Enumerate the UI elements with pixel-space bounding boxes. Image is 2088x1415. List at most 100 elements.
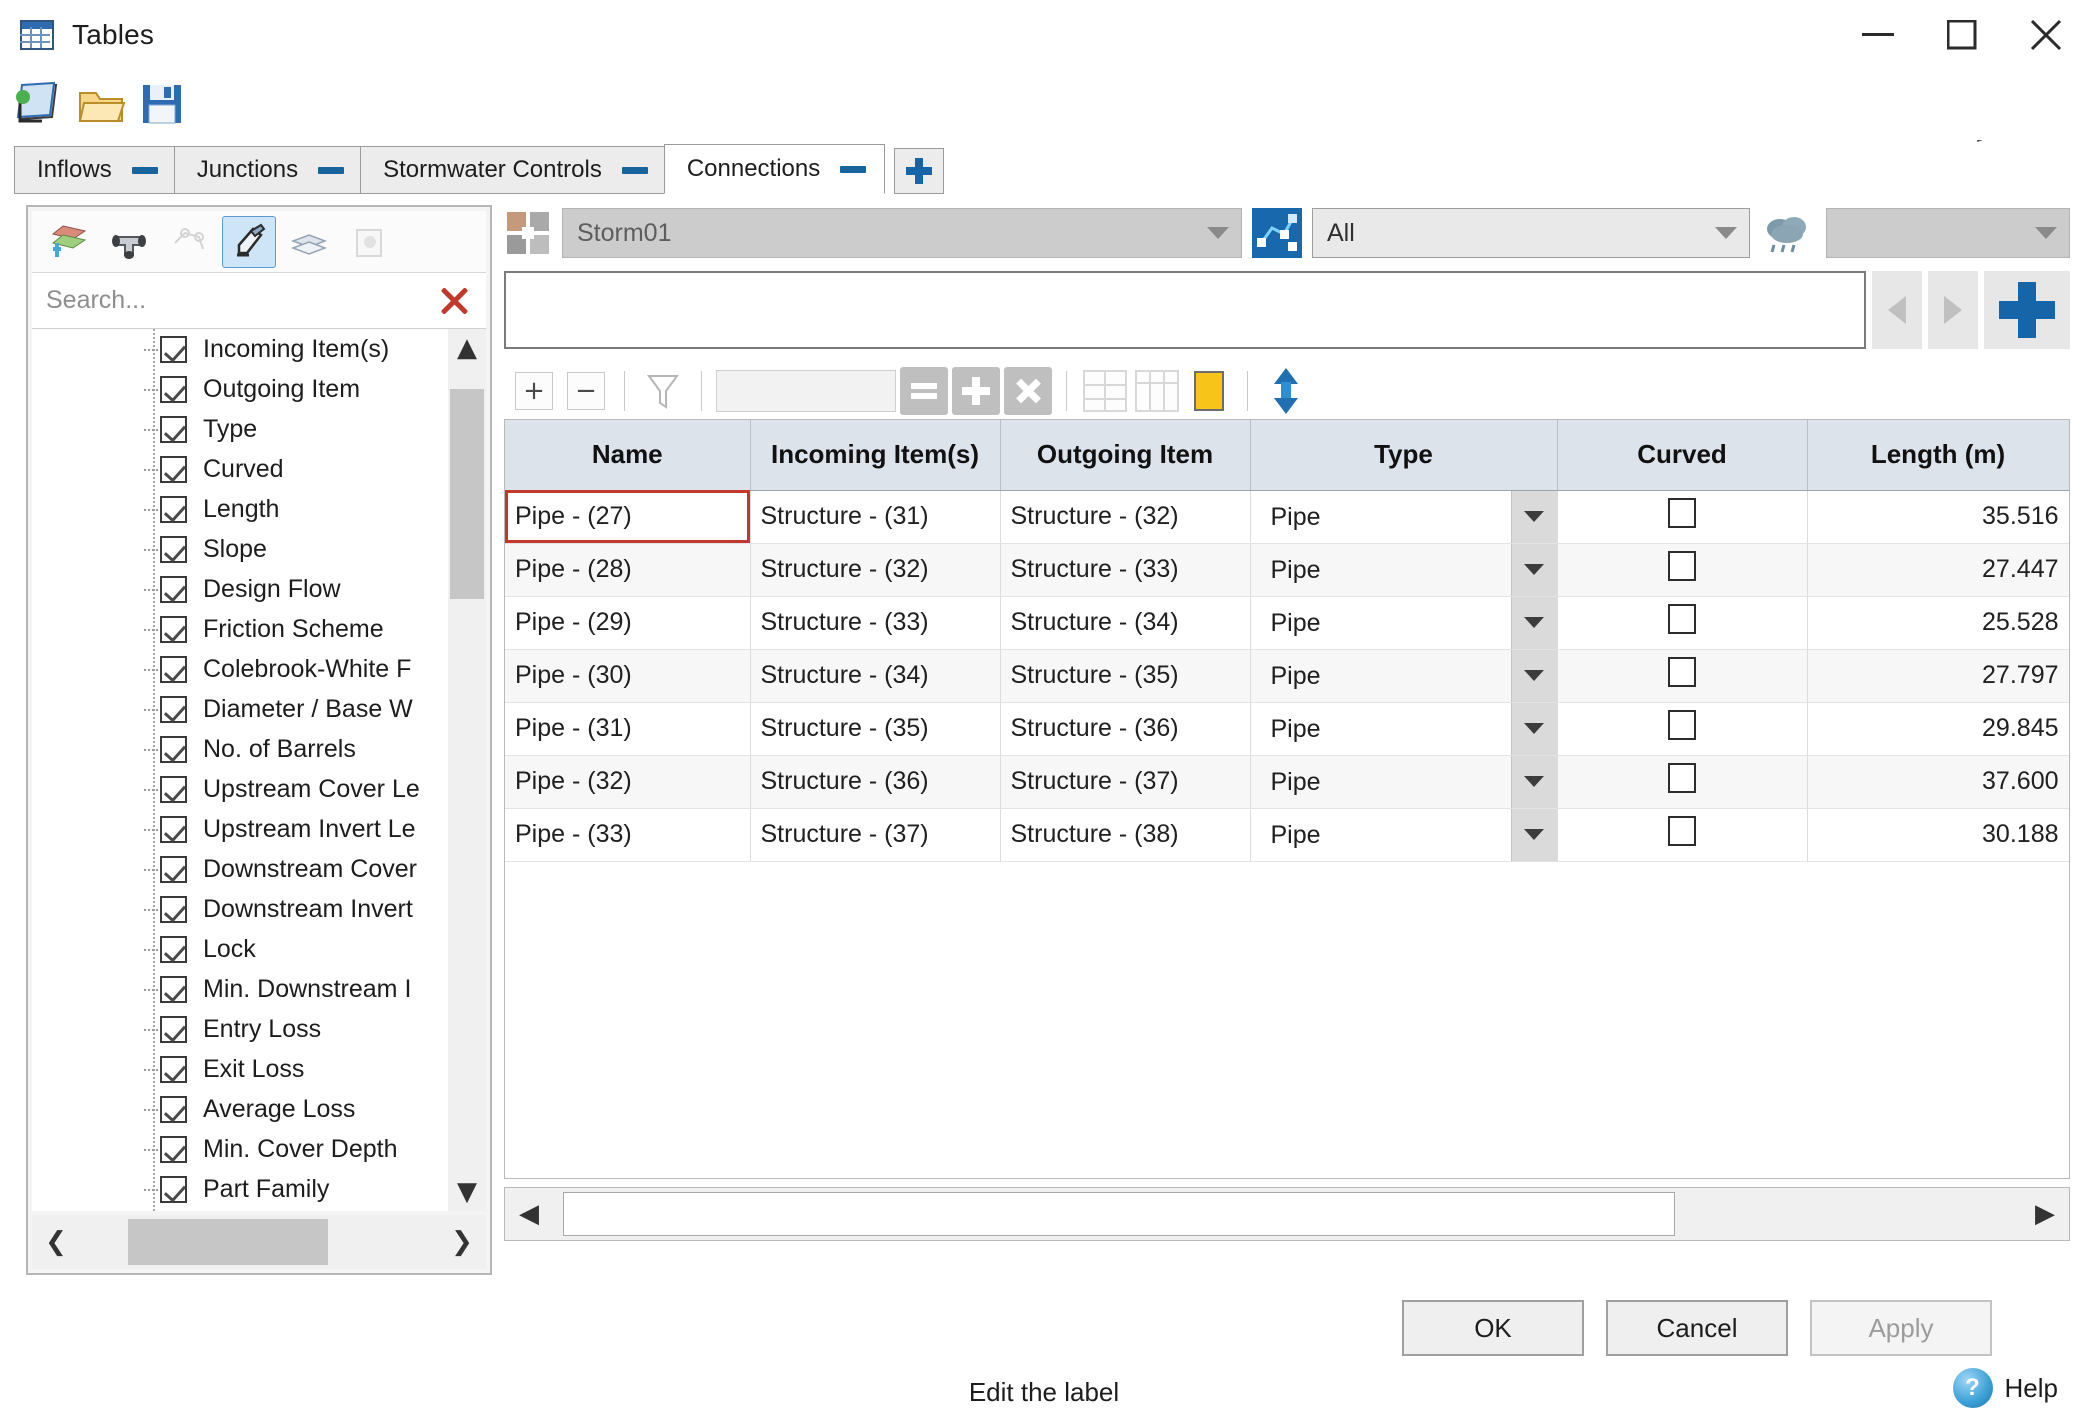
- cell-name[interactable]: Pipe - (28): [505, 543, 751, 597]
- grid-columns-button[interactable]: [1133, 367, 1181, 415]
- tree-item-checkbox[interactable]: [160, 895, 187, 923]
- cell-type[interactable]: Pipe: [1250, 596, 1558, 650]
- table-row[interactable]: Pipe - (33) Structure - (37) Structure - (…: [505, 808, 2069, 862]
- column-header-curved[interactable]: Curved: [1557, 420, 1808, 491]
- scrollbar-thumb[interactable]: [450, 389, 484, 599]
- table-row[interactable]: Pipe - (28) Structure - (32) Structure - (…: [505, 543, 2069, 597]
- cell-curved[interactable]: [1557, 808, 1808, 862]
- help-link[interactable]: ? Help: [1952, 1368, 2058, 1408]
- tree-item-checkbox[interactable]: [160, 775, 187, 803]
- cell-name[interactable]: Pipe - (30): [505, 649, 751, 703]
- curved-checkbox[interactable]: [1668, 604, 1696, 634]
- type-dropdown-button[interactable]: [1510, 596, 1557, 649]
- table-horizontal-scrollbar[interactable]: ◀ ▶: [504, 1187, 2070, 1241]
- tree-item[interactable]: Lock: [32, 929, 448, 969]
- scroll-down-button[interactable]: ▼: [448, 1173, 486, 1211]
- tab-stormwater-controls[interactable]: Stormwater Controls: [360, 146, 665, 194]
- minimize-button[interactable]: [1836, 0, 1920, 70]
- cell-type[interactable]: Pipe: [1250, 649, 1558, 703]
- tree-item-checkbox[interactable]: [160, 535, 187, 563]
- filter-combo[interactable]: All: [1312, 208, 1750, 258]
- cell-curved[interactable]: [1557, 649, 1808, 703]
- type-dropdown-button[interactable]: [1510, 543, 1557, 596]
- tree-horizontal-scrollbar[interactable]: ❮ ❯: [32, 1215, 486, 1269]
- tab-close-icon[interactable]: [840, 165, 867, 173]
- cell-type[interactable]: Pipe: [1250, 543, 1558, 597]
- cell-curved[interactable]: [1557, 490, 1808, 544]
- highlight-color-button[interactable]: [1185, 367, 1233, 415]
- column-header-type[interactable]: Type: [1250, 420, 1558, 491]
- maximize-button[interactable]: [1920, 0, 2004, 70]
- table-row[interactable]: Pipe - (30) Structure - (34) Structure - (…: [505, 649, 2069, 703]
- pipe-junction-icon[interactable]: [102, 216, 156, 268]
- cell-length[interactable]: 30.188: [1807, 808, 2069, 862]
- hscroll-thumb[interactable]: [128, 1219, 328, 1265]
- column-header-outgoing[interactable]: Outgoing Item: [1000, 420, 1251, 491]
- cell-name[interactable]: Pipe - (29): [505, 596, 751, 650]
- cell-outgoing[interactable]: Structure - (38): [1000, 808, 1251, 862]
- previous-record-button[interactable]: [1872, 271, 1922, 349]
- scroll-up-button[interactable]: ▲: [448, 329, 486, 367]
- rain-combo[interactable]: [1826, 208, 2070, 258]
- tree-item[interactable]: Part Family: [32, 1169, 448, 1209]
- table-scroll-right-button[interactable]: ▶: [2021, 1187, 2069, 1241]
- tree-item[interactable]: Design Flow: [32, 569, 448, 609]
- cell-incoming[interactable]: Structure - (37): [750, 808, 1001, 862]
- tree-item-checkbox[interactable]: [160, 1175, 187, 1203]
- network-graph-icon[interactable]: [1252, 208, 1302, 258]
- scroll-right-button[interactable]: ❯: [438, 1215, 486, 1269]
- cell-outgoing[interactable]: Structure - (35): [1000, 649, 1251, 703]
- tab-junctions[interactable]: Junctions: [173, 146, 362, 194]
- cell-length[interactable]: 27.797: [1807, 649, 2069, 703]
- preview-icon[interactable]: [342, 216, 396, 268]
- tree-item[interactable]: Min. Cover Depth: [32, 1129, 448, 1169]
- network-combo[interactable]: Storm01: [562, 208, 1242, 258]
- close-button[interactable]: [2004, 0, 2088, 70]
- cell-outgoing[interactable]: Structure - (34): [1000, 596, 1251, 650]
- tree-item-checkbox[interactable]: [160, 735, 187, 763]
- tree-item[interactable]: Downstream Cover: [32, 849, 448, 889]
- cell-outgoing[interactable]: Structure - (36): [1000, 702, 1251, 756]
- cell-length[interactable]: 37.600: [1807, 755, 2069, 809]
- cell-type[interactable]: Pipe: [1250, 490, 1558, 544]
- cell-type[interactable]: Pipe: [1250, 808, 1558, 862]
- hscroll-track[interactable]: [80, 1215, 438, 1269]
- tree-item[interactable]: Downstream Invert: [32, 889, 448, 929]
- cancel-button[interactable]: Cancel: [1606, 1300, 1788, 1356]
- tree-item[interactable]: Length: [32, 489, 448, 529]
- curved-checkbox[interactable]: [1668, 710, 1696, 740]
- cell-incoming[interactable]: Structure - (36): [750, 755, 1001, 809]
- type-dropdown-button[interactable]: [1510, 702, 1557, 755]
- tree-item-checkbox[interactable]: [160, 975, 187, 1003]
- next-record-button[interactable]: [1928, 271, 1978, 349]
- cell-curved[interactable]: [1557, 596, 1808, 650]
- highlight-pen-icon[interactable]: [222, 215, 276, 268]
- remove-row-button[interactable]: −: [562, 367, 610, 415]
- tree-item[interactable]: Diameter / Base W: [32, 689, 448, 729]
- cell-name[interactable]: Pipe - (33): [505, 808, 751, 862]
- sort-updown-button[interactable]: [1262, 367, 1310, 415]
- tree-item[interactable]: Curved: [32, 449, 448, 489]
- tree-item-checkbox[interactable]: [160, 1095, 187, 1123]
- clear-button[interactable]: [1004, 367, 1052, 415]
- cell-name[interactable]: Pipe - (32): [505, 755, 751, 809]
- add-record-button[interactable]: [1984, 271, 2070, 349]
- tree-item[interactable]: Incoming Item(s): [32, 329, 448, 369]
- grid-rows-button[interactable]: [1081, 367, 1129, 415]
- layers-add-icon[interactable]: [42, 216, 96, 268]
- rain-cloud-icon[interactable]: [1760, 209, 1816, 257]
- cell-type[interactable]: Pipe: [1250, 755, 1558, 809]
- curved-checkbox[interactable]: [1668, 763, 1696, 793]
- tab-inflows[interactable]: Inflows: [14, 146, 175, 194]
- column-header-name[interactable]: Name: [505, 420, 751, 491]
- tree-item-checkbox[interactable]: [160, 455, 187, 483]
- table-row[interactable]: Pipe - (29) Structure - (33) Structure - (…: [505, 596, 2069, 650]
- network-outline-icon[interactable]: [162, 216, 216, 268]
- filter-funnel-button[interactable]: [639, 367, 687, 415]
- table-hscroll-thumb[interactable]: [563, 1192, 1675, 1236]
- curved-checkbox[interactable]: [1668, 498, 1696, 528]
- add-tab-button[interactable]: [894, 148, 945, 194]
- tree-item[interactable]: No. of Barrels: [32, 729, 448, 769]
- tree-item[interactable]: Entry Loss: [32, 1009, 448, 1049]
- table-scroll-left-button[interactable]: ◀: [505, 1187, 553, 1241]
